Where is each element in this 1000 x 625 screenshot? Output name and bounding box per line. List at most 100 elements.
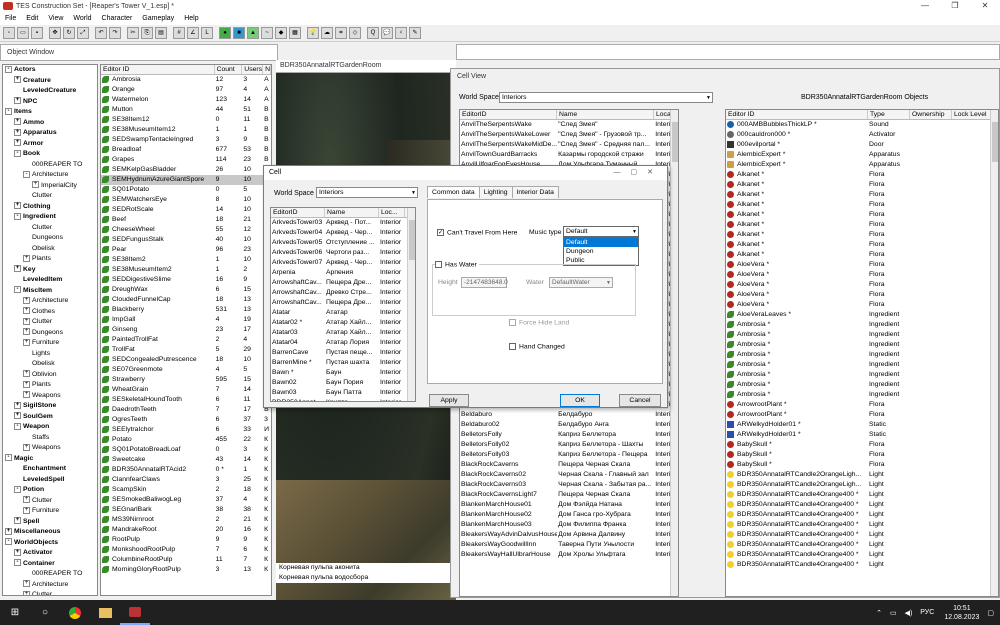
open-icon[interactable]: ▭ xyxy=(17,27,29,39)
table-row[interactable]: Blackberry53113B xyxy=(101,305,271,315)
expand-icon[interactable]: + xyxy=(23,307,30,315)
tree-node[interactable]: + Architecture xyxy=(3,580,97,591)
table-row[interactable]: SEDRotScale1410B xyxy=(101,205,271,215)
table-row[interactable]: BDR350AnnatalRTAcid2 0 * 1 К xyxy=(101,465,271,475)
construction-set-icon[interactable] xyxy=(120,600,150,625)
redo-icon[interactable]: ↷ xyxy=(109,27,121,39)
tree-node[interactable]: LeveledSpell xyxy=(3,475,97,486)
table-row[interactable]: BarrenMine * Пустая шахта Interior xyxy=(271,358,415,368)
table-row[interactable]: Grapes 114 23 B xyxy=(101,155,271,165)
tree-node[interactable]: - Architecture xyxy=(3,170,97,181)
tab-interior-data[interactable]: Interior Data xyxy=(511,186,559,198)
table-row[interactable]: AloeVera * Flora xyxy=(726,290,998,300)
table-row[interactable]: BelletorsFolly02 Каприз Беллетора - Шахты… xyxy=(460,440,678,450)
tree-node[interactable]: 000REAPER TO xyxy=(3,569,97,580)
col-ownership[interactable]: Ownership xyxy=(910,110,952,119)
table-row[interactable]: Ambrosia * Ingredient xyxy=(726,330,998,340)
table-row[interactable]: Bawn02 Баун Пория Interior xyxy=(271,378,415,388)
table-row[interactable]: Arpenia Арпения Interior xyxy=(271,268,415,278)
table-row[interactable]: ArrowrootPlant * Flora xyxy=(726,400,998,410)
rotate-icon[interactable]: ↻ xyxy=(63,27,75,39)
expand-icon[interactable]: + xyxy=(23,338,30,346)
col-editor-id[interactable]: Editor ID xyxy=(101,65,215,74)
table-row[interactable]: Bawn03 Баун Патта Interior xyxy=(271,388,415,398)
collapse-icon[interactable]: - xyxy=(14,286,21,294)
wireframe-icon[interactable]: ▦ xyxy=(289,27,301,39)
apply-button[interactable]: Apply xyxy=(429,394,469,407)
table-row[interactable]: Alkanet * Flora xyxy=(726,240,998,250)
table-row[interactable]: SESmokedBaliwogLeg 37 4 К xyxy=(101,495,271,505)
table-row[interactable]: BleakersWayHallUlbrarHouse Дом Хролы Ульф… xyxy=(460,550,678,560)
tree-node[interactable]: + Creature xyxy=(3,76,97,87)
tree-node[interactable]: - WorldObjects xyxy=(3,538,97,549)
dialogue-icon[interactable]: 💬 xyxy=(381,27,393,39)
table-row[interactable]: Bawn * Баун Interior xyxy=(271,368,415,378)
table-row[interactable]: Alkanet * Flora xyxy=(726,230,998,240)
table-row[interactable]: RootPulp 9 9 К xyxy=(101,535,271,545)
table-row[interactable]: Beldaburo02 Белдабуро Анга Interior xyxy=(460,420,678,430)
table-row[interactable]: BabySkull * Flora xyxy=(726,460,998,470)
collapse-icon[interactable]: - xyxy=(14,485,21,493)
table-row[interactable]: BelletorsFolly Каприз Беллетора Interior xyxy=(460,430,678,440)
menu-help[interactable]: Help xyxy=(179,15,203,22)
table-row[interactable]: Ambrosia * Ingredient xyxy=(726,390,998,400)
table-row[interactable]: AlembicExpert * Apparatus xyxy=(726,160,998,170)
tree-node[interactable]: - Book xyxy=(3,149,97,160)
height-field[interactable]: -2147483648.0 xyxy=(461,277,508,288)
table-row[interactable]: 000cauldron000 * Activator xyxy=(726,130,998,140)
table-row[interactable]: BlankenMarchHouse02 Дом Ганса гро-Хубрага… xyxy=(460,510,678,520)
table-row[interactable]: CheeseWheel5512B xyxy=(101,225,271,235)
table-row[interactable]: Watermelon 123 14 A xyxy=(101,95,271,105)
music-type-select[interactable]: Default xyxy=(563,226,639,237)
table-row[interactable]: DreughWax615B xyxy=(101,285,271,295)
collapse-icon[interactable]: - xyxy=(5,454,12,462)
tree-node[interactable]: - Ingredient xyxy=(3,212,97,223)
expand-icon[interactable]: + xyxy=(14,265,21,273)
tree-node[interactable]: - Items xyxy=(3,107,97,118)
expand-icon[interactable]: + xyxy=(14,548,21,556)
table-row[interactable]: MS39Nirnroot 2 21 К xyxy=(101,515,271,525)
notifications-icon[interactable]: ▢ xyxy=(987,609,994,617)
table-row[interactable]: PaintedTrollFat24B xyxy=(101,335,271,345)
force-hide-land-checkbox[interactable] xyxy=(509,319,516,326)
table-row[interactable]: Beldaburo Белдабуро Interior xyxy=(460,410,678,420)
table-row[interactable]: Atatar Ататар Interior xyxy=(271,308,415,318)
local-coords-icon[interactable]: L xyxy=(201,27,213,39)
tree-node[interactable]: + SoulGem xyxy=(3,412,97,423)
table-row[interactable]: ArkvedsTower04 Арквед - Чер... Interior xyxy=(271,228,415,238)
table-row[interactable]: SE38MuseumItem212B xyxy=(101,265,271,275)
table-row[interactable]: ScampSkin 2 18 К xyxy=(101,485,271,495)
network-icon[interactable]: ▭ xyxy=(890,609,897,617)
table-row[interactable]: ClannfearClaws 3 25 К xyxy=(101,475,271,485)
table-row[interactable]: SEDSwampTentacleIngred 3 9 B xyxy=(101,135,271,145)
snap-grid-icon[interactable]: # xyxy=(173,27,185,39)
table-row[interactable]: SEMHydnumAzureGiantSpore910B xyxy=(101,175,271,185)
table-row[interactable]: BlackRockCavernsLight7 Пещера Черная Скал… xyxy=(460,490,678,500)
table-row[interactable]: ColumbineRootPulp 11 7 К xyxy=(101,555,271,565)
expand-icon[interactable]: + xyxy=(23,580,30,588)
table-row[interactable]: Ginseng2317B xyxy=(101,325,271,335)
table-row[interactable]: MorningGloryRootPulp 3 13 К xyxy=(101,565,271,575)
table-row[interactable]: Atatar03 Ататар Хайл... Interior xyxy=(271,328,415,338)
save-icon[interactable]: ▪ xyxy=(31,27,43,39)
table-row[interactable]: Beef1821B xyxy=(101,215,271,225)
table-row[interactable]: AnvilTheSerpentsWakeMidDe... "След Змея" … xyxy=(460,140,678,150)
tray-arrow-icon[interactable]: ⌃ xyxy=(876,609,882,617)
table-row[interactable]: BlankenMarchHouse03 Дом Филиппа Франка Int… xyxy=(460,520,678,530)
table-row[interactable]: 000evilportal * Door xyxy=(726,140,998,150)
expand-icon[interactable]: + xyxy=(14,517,21,525)
table-row[interactable]: SEDCongealedPutrescence1810B xyxy=(101,355,271,365)
table-row[interactable]: Alkanet * Flora xyxy=(726,220,998,230)
table-row[interactable]: Alkanet * Flora xyxy=(726,190,998,200)
sky-icon[interactable]: ☁ xyxy=(321,27,333,39)
table-row[interactable]: BelletorsFolly03 Каприз Беллетора - Пещер… xyxy=(460,450,678,460)
table-row[interactable]: BabySkull * Flora xyxy=(726,450,998,460)
cell-dialog-scrollbar[interactable] xyxy=(407,208,415,401)
snap-angle-icon[interactable]: ∠ xyxy=(187,27,199,39)
table-row[interactable]: DaedrothTeeth 7 17 B xyxy=(101,405,271,415)
table-row[interactable]: CloudedFunnelCap1813B xyxy=(101,295,271,305)
table-row[interactable]: Alkanet * Flora xyxy=(726,180,998,190)
clock[interactable]: 10:51 12.08.2023 xyxy=(944,604,979,622)
table-row[interactable]: Orange 97 4 A xyxy=(101,85,271,95)
table-row[interactable]: ArkvedsTower06 Чертоги раз... Interior xyxy=(271,248,415,258)
